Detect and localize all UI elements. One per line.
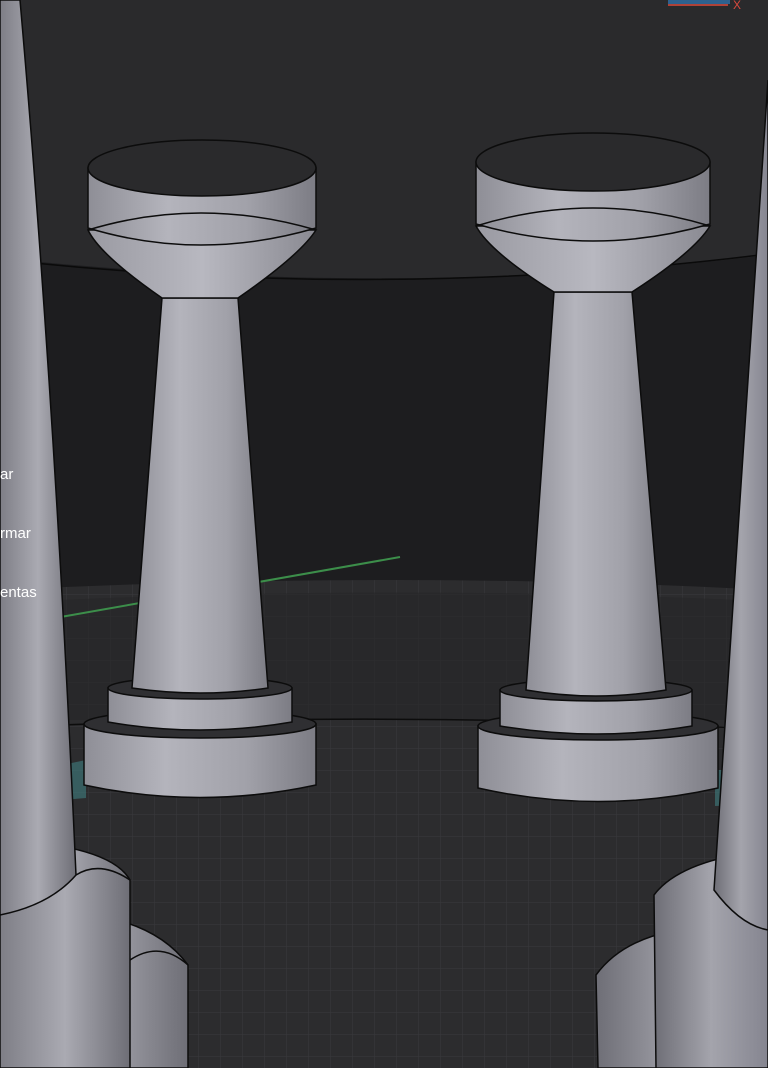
menu-item-3[interactable]: entas: [0, 584, 37, 602]
pillar-left[interactable]: [83, 139, 318, 799]
menu-item-2[interactable]: rmar: [0, 525, 31, 543]
x-axis-icon: X: [733, 0, 742, 12]
side-menu: ar rmar entas: [0, 460, 80, 620]
3d-viewport[interactable]: X ar rmar entas: [0, 0, 768, 1068]
axis-gizmo[interactable]: [668, 0, 730, 6]
pillar-right[interactable]: [474, 132, 719, 803]
scene-canvas[interactable]: [0, 0, 768, 1068]
menu-item-1[interactable]: ar: [0, 466, 13, 484]
